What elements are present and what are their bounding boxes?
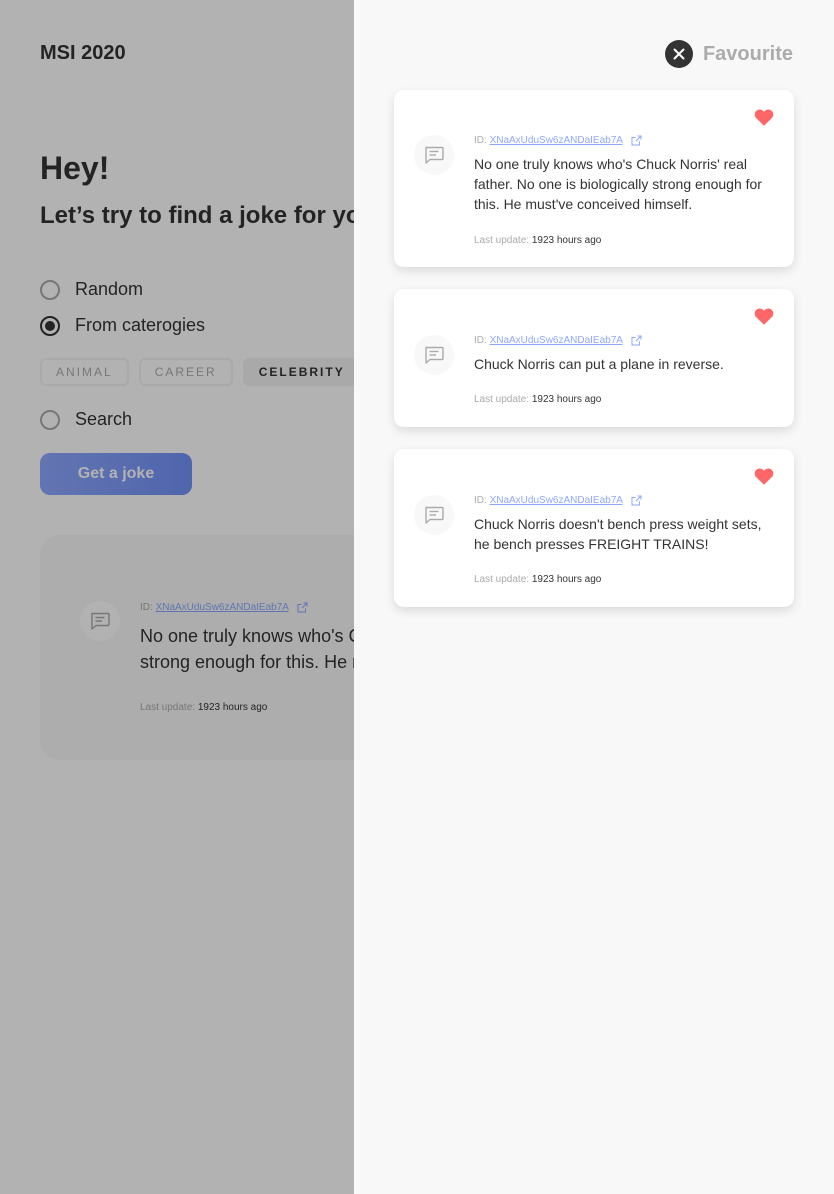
message-icon <box>414 335 454 375</box>
joke-update: Last update: 1923 hours ago <box>474 574 601 585</box>
close-icon <box>673 48 685 60</box>
heart-icon[interactable] <box>754 466 774 486</box>
message-icon <box>414 495 454 535</box>
joke-update-label: Last update: <box>474 574 530 585</box>
joke-id-link[interactable]: XNaAxUduSw6zANDaIEab7A <box>490 335 623 346</box>
close-button[interactable] <box>664 40 693 68</box>
joke-update-label: Last update: <box>474 394 530 405</box>
joke-id-link[interactable]: XNaAxUduSw6zANDaIEab7A <box>490 495 623 506</box>
joke-id-label: ID: <box>474 335 487 347</box>
joke-id-link[interactable]: XNaAxUduSw6zANDaIEab7A <box>490 135 623 146</box>
external-link-icon[interactable] <box>631 135 642 146</box>
external-link-icon[interactable] <box>631 495 642 506</box>
favourite-card: ID: XNaAxUduSw6zANDaIEab7A No one truly … <box>394 90 794 267</box>
joke-update-value: 1923 hours ago <box>531 394 602 405</box>
joke-update: Last update: 1923 hours ago <box>474 394 601 405</box>
favourite-header: Favourite <box>664 40 793 68</box>
favourite-card: ID: XNaAxUduSw6zANDaIEab7A Chuck Norris … <box>394 289 794 427</box>
joke-text: No one truly knows who's Chuck Norris' r… <box>474 156 762 212</box>
message-icon <box>414 135 454 175</box>
favourite-title: Favourite <box>702 42 793 65</box>
heart-icon[interactable] <box>754 306 774 326</box>
joke-update-value: 1923 hours ago <box>531 574 602 585</box>
joke-id-label: ID: <box>474 135 487 147</box>
joke-id-label: ID: <box>474 495 487 507</box>
favourite-card: ID: XNaAxUduSw6zANDaIEab7A Chuck Norris … <box>394 449 794 607</box>
joke-update-label: Last update: <box>474 235 530 246</box>
joke-text: Chuck Norris can put a plane in reverse. <box>474 356 724 372</box>
joke-id-row: ID: XNaAxUduSw6zANDaIEab7A <box>474 335 642 346</box>
joke-id-row: ID: XNaAxUduSw6zANDaIEab7A <box>474 135 642 146</box>
heart-icon[interactable] <box>754 107 774 127</box>
favourite-panel: Favourite ID: XNaAxUduSw6zANDaIEab7A No … <box>354 0 834 1194</box>
joke-update-value: 1923 hours ago <box>531 235 602 246</box>
joke-id-row: ID: XNaAxUduSw6zANDaIEab7A <box>474 495 642 506</box>
joke-update: Last update: 1923 hours ago <box>474 235 601 246</box>
external-link-icon[interactable] <box>631 335 642 346</box>
joke-text: Chuck Norris doesn't bench press weight … <box>474 516 762 552</box>
